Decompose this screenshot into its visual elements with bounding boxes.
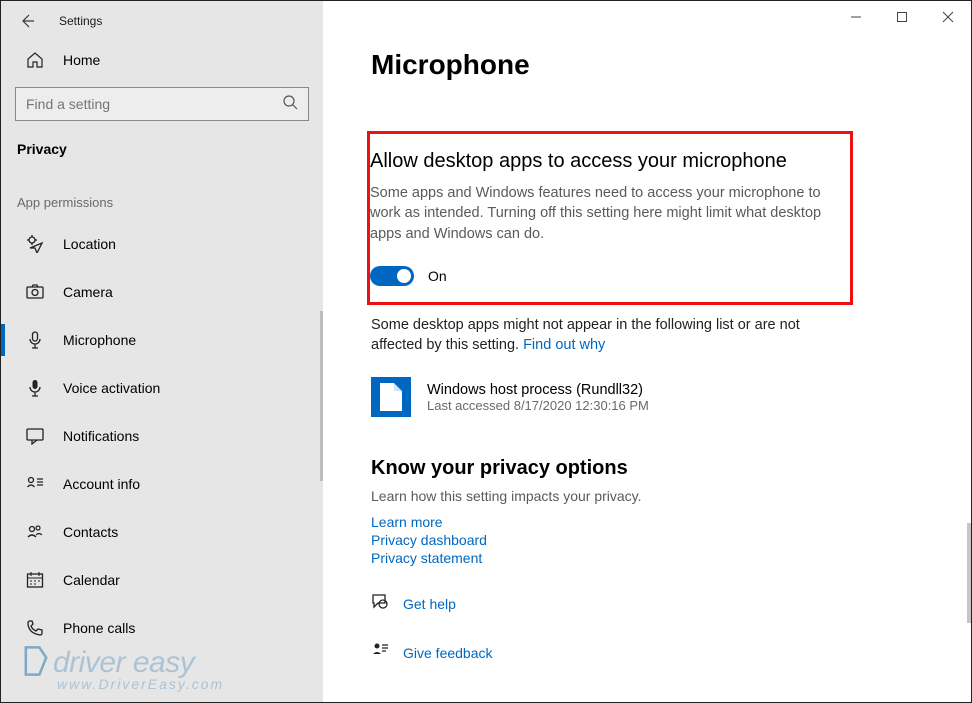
section-header: App permissions	[1, 187, 323, 220]
settings-window: Settings Home Privacy App permissions Lo…	[0, 0, 972, 703]
chat-icon	[371, 592, 393, 615]
sidebar-item-camera[interactable]: Camera	[1, 268, 323, 316]
privacy-heading: Know your privacy options	[371, 457, 951, 480]
sidebar-item-calendar[interactable]: Calendar	[1, 556, 323, 604]
microphone-icon	[25, 331, 45, 349]
app-last-access: Last accessed 8/17/2020 12:30:16 PM	[427, 398, 649, 413]
account-icon	[25, 475, 45, 493]
privacy-desc: Learn how this setting impacts your priv…	[371, 488, 951, 504]
sidebar-item-label: Contacts	[63, 524, 118, 540]
sidebar-item-label: Microphone	[63, 332, 136, 348]
arrow-left-icon	[19, 13, 35, 29]
home-label: Home	[63, 52, 100, 68]
camera-icon	[25, 283, 45, 301]
voice-icon	[25, 379, 45, 397]
location-icon	[25, 235, 45, 253]
allow-heading: Allow desktop apps to access your microp…	[370, 150, 832, 173]
sidebar-item-phone-calls[interactable]: Phone calls	[1, 604, 323, 652]
search-icon	[282, 94, 298, 115]
sidebar-item-label: Account info	[63, 476, 140, 492]
sidebar-item-label: Voice activation	[63, 380, 160, 396]
main-panel: Microphone Allow desktop apps to access …	[323, 1, 971, 702]
sidebar-item-account-info[interactable]: Account info	[1, 460, 323, 508]
titlebar: Settings	[1, 1, 323, 41]
sidebar-item-label: Camera	[63, 284, 113, 300]
sidebar-item-microphone[interactable]: Microphone	[1, 316, 323, 364]
privacy-link-learn-more[interactable]: Learn more	[371, 514, 951, 530]
content-scrollbar[interactable]	[967, 523, 971, 623]
feedback-row[interactable]: Give feedback	[371, 641, 951, 664]
back-button[interactable]	[13, 7, 41, 35]
sidebar-item-label: Calendar	[63, 572, 120, 588]
sidebar-item-label: Phone calls	[63, 620, 135, 636]
sidebar-item-label: Location	[63, 236, 116, 252]
search-box[interactable]	[15, 87, 309, 121]
feedback-icon	[371, 641, 393, 664]
allow-description: Some apps and Windows features need to a…	[370, 183, 830, 244]
contacts-icon	[25, 523, 45, 541]
privacy-link-privacy-statement[interactable]: Privacy statement	[371, 550, 951, 566]
window-title: Settings	[59, 14, 102, 28]
nav-list: Location Camera Microphone Voice activation…	[1, 220, 323, 652]
privacy-links: Learn more Privacy dashboard Privacy state…	[371, 514, 951, 566]
find-out-why-link[interactable]: Find out why	[523, 337, 605, 353]
page-title: Microphone	[371, 49, 951, 81]
highlighted-setting: Allow desktop apps to access your microp…	[367, 131, 853, 305]
home-icon	[25, 51, 45, 69]
content: Microphone Allow desktop apps to access …	[323, 1, 971, 702]
sidebar-item-label: Notifications	[63, 428, 139, 444]
home-nav[interactable]: Home	[1, 41, 323, 79]
sidebar-item-voice-activation[interactable]: Voice activation	[1, 364, 323, 412]
privacy-link-privacy-dashboard[interactable]: Privacy dashboard	[371, 532, 951, 548]
get-help-row[interactable]: Get help	[371, 592, 951, 615]
get-help-link[interactable]: Get help	[403, 596, 456, 612]
notification-icon	[25, 427, 45, 445]
app-row: Windows host process (Rundll32) Last acc…	[371, 377, 951, 417]
app-name: Windows host process (Rundll32)	[427, 382, 649, 398]
apps-note: Some desktop apps might not appear in th…	[371, 315, 831, 356]
sidebar-item-contacts[interactable]: Contacts	[1, 508, 323, 556]
toggle-state-label: On	[428, 268, 447, 284]
sidebar: Settings Home Privacy App permissions Lo…	[1, 1, 323, 702]
feedback-link[interactable]: Give feedback	[403, 645, 493, 661]
sidebar-item-location[interactable]: Location	[1, 220, 323, 268]
app-icon	[371, 377, 411, 417]
search-input[interactable]	[26, 96, 282, 112]
sidebar-item-notifications[interactable]: Notifications	[1, 412, 323, 460]
phone-icon	[25, 619, 45, 637]
allow-toggle[interactable]	[370, 266, 414, 286]
category-label: Privacy	[1, 135, 323, 187]
calendar-icon	[25, 571, 45, 589]
